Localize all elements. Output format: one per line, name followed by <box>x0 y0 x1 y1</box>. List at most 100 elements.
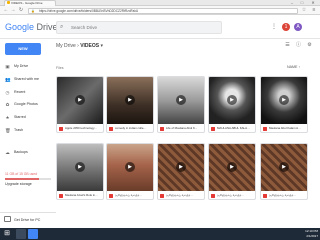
video-file-icon <box>160 126 164 131</box>
file-explorer-icon[interactable] <box>16 229 26 239</box>
video-thumbnail[interactable]: ▶ <box>261 77 307 124</box>
file-card[interactable]: ▶ Apple 2050 technology... <box>56 76 104 133</box>
play-icon[interactable]: ▶ <box>125 162 135 172</box>
photos-icon: ✿ <box>5 101 10 107</box>
video-thumbnail[interactable]: ▶ <box>209 77 255 124</box>
windows-taskbar <box>0 228 320 240</box>
backup-icon: ☁ <box>5 149 10 155</box>
play-icon[interactable]: ▶ <box>279 162 289 172</box>
apps-grid-icon[interactable]: ⋮ <box>270 23 278 31</box>
play-icon[interactable]: ▶ <box>176 95 186 105</box>
chrome-icon[interactable] <box>28 229 38 239</box>
maximize-button[interactable]: □ <box>298 0 306 5</box>
video-file-icon <box>109 126 113 131</box>
screen: VIDEOS - Google Drive – □ ✕ ← → ↻ https:… <box>0 0 320 240</box>
account-avatar[interactable]: A <box>294 23 302 31</box>
settings-gear-icon[interactable]: ⚙ <box>306 42 313 49</box>
play-icon[interactable]: ▶ <box>125 95 135 105</box>
star-icon: ★ <box>5 114 10 120</box>
video-thumbnail[interactable]: ▶ <box>107 77 153 124</box>
video-thumbnail[interactable]: ▶ <box>57 144 103 191</box>
video-file-icon <box>263 126 267 131</box>
search-input[interactable]: Search Drive <box>56 21 222 34</box>
video-thumbnail[interactable]: ▶ <box>209 144 255 191</box>
play-icon[interactable]: ▶ <box>75 95 85 105</box>
google-drive-logo[interactable]: Google Drive <box>5 22 58 32</box>
windows-icon[interactable]: ⊞ <box>2 229 12 239</box>
sidebar-item-label: Google Photos <box>14 102 38 106</box>
video-file-icon <box>160 193 164 198</box>
reload-icon[interactable]: ↻ <box>18 7 24 13</box>
breadcrumb-separator: › <box>77 43 79 49</box>
breadcrumb-current[interactable]: VIDEOS <box>80 43 99 49</box>
files-section-label: Files <box>56 66 64 70</box>
file-name: தமிழ்த்தாய் வாழ்த்... <box>115 193 142 197</box>
play-icon[interactable]: ▶ <box>227 95 237 105</box>
minimize-button[interactable]: – <box>288 0 296 5</box>
file-name: Life of Maulana Abul K... <box>166 126 198 130</box>
chevron-down-icon[interactable]: ▾ <box>100 43 103 49</box>
play-icon[interactable]: ▶ <box>227 162 237 172</box>
file-card[interactable]: ▶ தமிழ்த்தாய் வாழ்த்... <box>208 143 256 200</box>
storage-bar-fill <box>5 178 39 180</box>
lock-icon: 🔒 <box>31 8 35 13</box>
list-view-icon[interactable]: ☰ <box>284 42 291 49</box>
file-card[interactable]: ▶ MAULANA ABUL KALA... <box>208 76 256 133</box>
drive-icon: ▣ <box>5 63 10 69</box>
file-name: comedy in indian colle... <box>115 126 146 130</box>
sidebar-item-label: Trash <box>14 128 24 132</box>
sidebar-item-label: Recent <box>14 90 26 94</box>
breadcrumb[interactable]: My Drive › VIDEOS ▾ <box>56 42 103 50</box>
sidebar-item-label: Starred <box>14 115 26 119</box>
video-file-icon <box>211 126 215 131</box>
sidebar-item-label: Shared with me <box>14 77 39 81</box>
upgrade-storage-link[interactable]: Upgrade storage <box>5 182 32 187</box>
video-file-icon <box>59 193 63 198</box>
sidebar-item-label: Backups <box>14 150 28 154</box>
file-card[interactable]: ▶ தமிழ்த்தாய் வாழ்த்... <box>260 143 308 200</box>
video-thumbnail[interactable]: ▶ <box>57 77 103 124</box>
video-thumbnail[interactable]: ▶ <box>261 144 307 191</box>
notifications-icon[interactable]: 1 <box>282 23 290 31</box>
file-name: Maulana Azad's Role in... <box>65 193 98 197</box>
file-card[interactable]: ▶ தமிழ்த்தாய் வாழ்த்... <box>106 143 154 200</box>
new-button[interactable]: NEW <box>5 43 41 55</box>
menu-icon[interactable]: ≡ <box>311 7 317 13</box>
back-icon[interactable]: ← <box>3 7 9 13</box>
clock-icon: ◷ <box>5 89 10 95</box>
taskbar-clock: 12:10 PM 2/1/2017 <box>296 229 318 239</box>
breadcrumb-root[interactable]: My Drive <box>56 43 76 49</box>
people-icon: 👥 <box>5 76 11 82</box>
logo-drive: Drive <box>36 22 58 32</box>
video-thumbnail[interactable]: ▶ <box>107 144 153 191</box>
sort-label: NAME <box>287 65 298 69</box>
file-name: தமிழ்த்தாய் வாழ்த்... <box>166 193 193 197</box>
file-name: தமிழ்த்தாய் வாழ்த்... <box>217 193 244 197</box>
file-card[interactable]: ▶ comedy in indian colle... <box>106 76 154 133</box>
computer-icon <box>4 216 11 222</box>
video-thumbnail[interactable]: ▶ <box>158 77 204 124</box>
file-name: Apple 2050 technology... <box>65 126 97 130</box>
file-name: Maulana Abul Kalam A... <box>269 126 301 130</box>
file-name: MAULANA ABUL KALA... <box>217 126 250 130</box>
video-thumbnail[interactable]: ▶ <box>158 144 204 191</box>
forward-icon[interactable]: → <box>10 7 16 13</box>
sort-by-name-button[interactable]: NAME ↑ <box>287 65 300 69</box>
file-card[interactable]: ▶ தமிழ்த்தாய் வாழ்த்... <box>157 143 205 200</box>
info-icon[interactable]: ⓘ <box>295 42 302 49</box>
url-field[interactable]: https://drive.google.com/drive/folders/0… <box>28 8 298 14</box>
clock-date: 2/1/2017 <box>306 234 318 238</box>
file-card[interactable]: ▶ Life of Maulana Abul K... <box>157 76 205 133</box>
arrow-up-icon: ↑ <box>298 65 301 69</box>
play-icon[interactable]: ▶ <box>75 162 85 172</box>
search-icon: ⌕ <box>60 24 64 30</box>
star-bookmark-icon[interactable]: ☆ <box>301 7 307 13</box>
play-icon[interactable]: ▶ <box>176 162 186 172</box>
file-name: தமிழ்த்தாய் வாழ்த்... <box>269 193 296 197</box>
file-card[interactable]: ▶ Maulana Abul Kalam A... <box>260 76 308 133</box>
trash-icon: 🗑 <box>5 127 11 133</box>
video-file-icon <box>109 193 113 198</box>
file-card[interactable]: ▶ Maulana Azad's Role in... <box>56 143 104 200</box>
close-window-button[interactable]: ✕ <box>309 0 317 5</box>
play-icon[interactable]: ▶ <box>279 95 289 105</box>
